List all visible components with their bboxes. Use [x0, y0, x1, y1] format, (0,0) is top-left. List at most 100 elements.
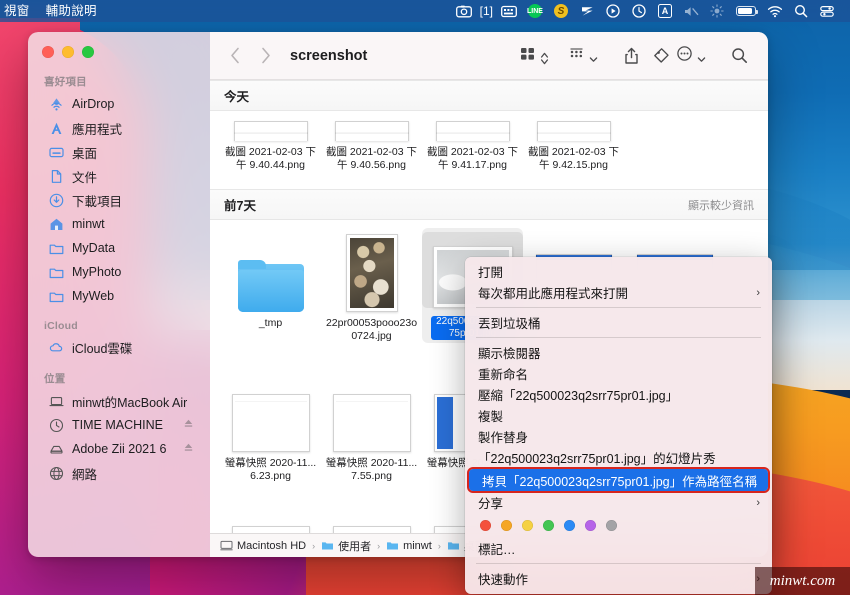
chevron-down-icon[interactable] — [697, 51, 706, 62]
tag-color-gray[interactable] — [606, 520, 617, 531]
context-menu-item-quick-actions[interactable]: 快速動作 › — [465, 568, 772, 589]
clock-icon[interactable] — [626, 0, 652, 22]
line-icon[interactable]: LINE — [522, 0, 548, 22]
search-button[interactable] — [724, 42, 754, 70]
sidebar-item-applications[interactable]: 應用程式 — [32, 116, 204, 140]
context-menu-item-slideshow[interactable]: 「22q500023q2srr75pr01.jpg」的幻燈片秀 — [465, 447, 772, 468]
group-by-icon[interactable] — [568, 45, 585, 67]
s-icon[interactable]: S — [548, 0, 574, 22]
sidebar-item-icloud-drive[interactable]: iCloud雲碟 — [32, 335, 204, 359]
sidebar-item-macbook-air[interactable]: minwt的MacBook Air — [32, 389, 204, 413]
bandwidth-icon[interactable] — [574, 0, 600, 22]
document-preview — [332, 394, 411, 452]
battery-icon[interactable] — [730, 0, 762, 22]
tag-color-red[interactable] — [480, 520, 491, 531]
minimize-button[interactable] — [62, 46, 74, 58]
path-item-minwt[interactable]: minwt — [386, 540, 432, 552]
context-menu-item-tags[interactable]: 標記… — [465, 538, 772, 559]
tag-color-purple[interactable] — [585, 520, 596, 531]
laptop-icon — [48, 393, 64, 409]
maximize-button[interactable] — [82, 46, 94, 58]
sidebar-item-time-machine[interactable]: TIME MACHINE — [32, 413, 204, 437]
menu-item-window[interactable]: 視窗 — [0, 0, 38, 22]
file-cell-tmp-folder[interactable]: _tmp — [220, 220, 321, 360]
more-actions-icon[interactable] — [676, 45, 693, 67]
wifi-icon[interactable] — [762, 0, 788, 22]
keyboard-icon[interactable] — [496, 0, 522, 22]
share-button[interactable] — [616, 42, 646, 70]
sidebar-item-documents[interactable]: 文件 — [32, 164, 204, 188]
path-item-macintosh-hd[interactable]: Macintosh HD — [220, 540, 306, 552]
file-cell[interactable]: 截圖 2021-02-03 下午 9.40.56.png — [321, 111, 422, 189]
back-button[interactable] — [220, 42, 250, 70]
file-cell[interactable]: 螢幕快照 2020-11...6.23.png — [220, 360, 321, 490]
file-name-label: 螢幕快照 2020-11...7.55.png — [325, 457, 418, 482]
file-name-label: _tmp — [258, 317, 283, 329]
menu-item-label: 製作替身 — [478, 431, 529, 445]
context-menu-item-share[interactable]: 分享 › — [465, 492, 772, 513]
tag-color-blue[interactable] — [564, 520, 575, 531]
context-menu-item-rename[interactable]: 重新命名 — [465, 363, 772, 384]
play-icon[interactable] — [600, 0, 626, 22]
group-title: 前7天 — [224, 199, 256, 213]
context-menu-item-copy-as-pathname[interactable]: 拷貝「22q500023q2srr75pr01.jpg」作為路徑名稱 — [467, 467, 770, 493]
sidebar-item-network[interactable]: 網路 — [32, 461, 204, 485]
more-actions-button[interactable] — [676, 45, 706, 67]
forward-button[interactable] — [250, 42, 280, 70]
tag-color-yellow[interactable] — [522, 520, 533, 531]
brightness-icon[interactable] — [704, 0, 730, 22]
file-cell[interactable]: 截圖 2021-02-03 下午 9.40.44.png — [220, 111, 321, 189]
grid-view-icon[interactable] — [519, 45, 536, 67]
file-name-label: 截圖 2021-02-03 下午 9.42.15.png — [527, 146, 620, 171]
mute-icon[interactable] — [678, 0, 704, 22]
menu-item-label: 顯示檢閱器 — [478, 347, 541, 361]
context-menu-item-move-to-trash[interactable]: 丟到垃圾桶 — [465, 312, 772, 333]
context-menu-item-compress[interactable]: 壓縮「22q500023q2srr75pr01.jpg」 — [465, 384, 772, 405]
input-source-icon[interactable]: A — [652, 0, 678, 22]
file-cell[interactable]: 截圖 2021-02-03 下午 9.41.17.png — [422, 111, 523, 189]
sidebar-label: 應用程式 — [72, 122, 123, 137]
folder-front — [237, 270, 304, 312]
group-header-last-7-days: 前7天 顯示較少資訊 — [210, 189, 768, 220]
s-badge: S — [554, 4, 568, 18]
tag-button[interactable] — [646, 42, 676, 70]
file-cell[interactable] — [220, 490, 321, 533]
context-menu-item-open[interactable]: 打開 — [465, 261, 772, 282]
show-less-info-link[interactable]: 顯示較少資訊 — [688, 197, 754, 213]
control-center-icon[interactable] — [814, 0, 840, 22]
view-mode-stepper-icon[interactable] — [540, 51, 550, 65]
camera-icon[interactable] — [451, 0, 477, 22]
context-menu-item-make-alias[interactable]: 製作替身 — [465, 426, 772, 447]
path-item-users[interactable]: 使用者 — [321, 538, 371, 554]
context-menu-item-duplicate[interactable]: 複製 — [465, 405, 772, 426]
file-cell[interactable]: 截圖 2021-02-03 下午 9.42.15.png — [523, 111, 624, 189]
sidebar-item-myphoto[interactable]: MyPhoto — [32, 260, 204, 284]
close-button[interactable] — [42, 46, 54, 58]
eject-icon[interactable] — [183, 418, 194, 432]
eject-icon[interactable] — [183, 442, 194, 456]
group-by-button[interactable] — [568, 45, 598, 67]
file-cell-food-photo[interactable]: 22pr00053pooo23o0724.jpg — [321, 220, 422, 360]
sidebar-item-airdrop[interactable]: AirDrop — [32, 92, 204, 116]
sidebar-item-myweb[interactable]: MyWeb — [32, 284, 204, 308]
tag-color-green[interactable] — [543, 520, 554, 531]
sidebar-item-desktop[interactable]: 桌面 — [32, 140, 204, 164]
sidebar-item-downloads[interactable]: 下載項目 — [32, 188, 204, 212]
sidebar-label: 網路 — [72, 467, 98, 482]
file-thumbnail — [321, 228, 422, 312]
sidebar-label: MyWeb — [72, 289, 115, 303]
context-menu-item-show-inspector[interactable]: 顯示檢閱器 — [465, 342, 772, 363]
sidebar-item-mydata[interactable]: MyData — [32, 236, 204, 260]
sidebar-item-adobe-zii[interactable]: Adobe Zii 2021 6 — [32, 437, 204, 461]
sidebar-label: iCloud雲碟 — [72, 341, 133, 356]
folder-icon — [387, 542, 399, 550]
menu-item-help[interactable]: 輔助說明 — [38, 0, 105, 22]
tag-color-orange[interactable] — [501, 520, 512, 531]
search-icon[interactable] — [788, 0, 814, 22]
view-mode-control[interactable] — [519, 45, 550, 67]
file-cell[interactable]: 螢幕快照 2020-11...7.55.png — [321, 360, 422, 490]
context-menu-item-open-with[interactable]: 每次都用此應用程式來打開 › — [465, 282, 772, 303]
sidebar-item-home[interactable]: minwt — [32, 212, 204, 236]
file-cell[interactable] — [321, 490, 422, 533]
chevron-down-icon[interactable] — [589, 51, 598, 62]
